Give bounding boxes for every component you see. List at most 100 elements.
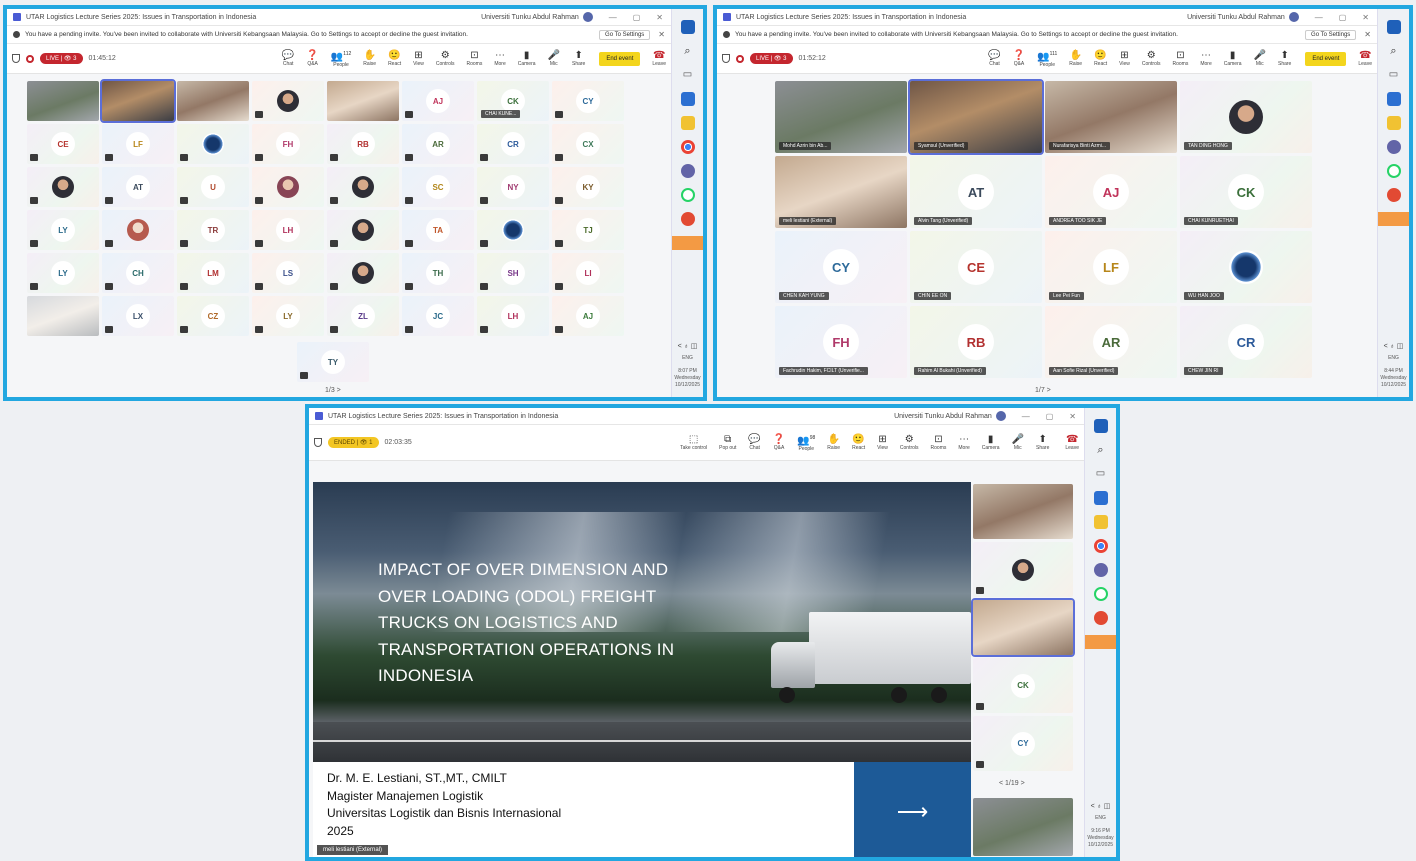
- participant-tile[interactable]: AT: [102, 167, 174, 207]
- participant-tile[interactable]: TY: [297, 342, 369, 382]
- participant-tile[interactable]: [252, 167, 324, 207]
- participant-tile[interactable]: LH: [252, 210, 324, 250]
- tool-controls-button[interactable]: ⚙ Controls: [436, 50, 455, 67]
- participant-tile[interactable]: ZL: [327, 296, 399, 336]
- rail-participant-tile[interactable]: [971, 598, 1075, 657]
- restore-button[interactable]: ▢: [1339, 13, 1347, 22]
- language-indicator[interactable]: ENG: [672, 355, 704, 362]
- rail-participant-tile[interactable]: [973, 542, 1073, 597]
- avatar[interactable]: [1288, 12, 1299, 22]
- participant-tile[interactable]: FH: [252, 124, 324, 164]
- whatsapp-icon[interactable]: [680, 188, 695, 202]
- teams-icon[interactable]: [1093, 563, 1108, 577]
- participant-tile[interactable]: LM: [177, 253, 249, 293]
- close-button[interactable]: ✕: [1069, 412, 1076, 421]
- store-icon[interactable]: [1093, 491, 1108, 505]
- go-to-settings-button[interactable]: Go To Settings: [1305, 29, 1357, 40]
- participant-tile[interactable]: [327, 210, 399, 250]
- participant-tile[interactable]: meli lestiani (External): [775, 156, 907, 228]
- avatar[interactable]: [995, 411, 1006, 421]
- tool-pop-out-button[interactable]: ⧉ Pop out: [719, 434, 736, 451]
- participant-tile[interactable]: TAN DING HONG: [1180, 81, 1312, 153]
- tool-share-button[interactable]: ⬆ Share: [1278, 50, 1291, 67]
- tool-share-button[interactable]: ⬆ Share: [572, 50, 585, 67]
- participant-tile[interactable]: CZ: [177, 296, 249, 336]
- tool-view-button[interactable]: ⊞ View: [877, 434, 888, 451]
- participant-tile[interactable]: U: [177, 167, 249, 207]
- tool-q-a-button[interactable]: ❓ Q&A: [1013, 50, 1025, 67]
- gallery-pager[interactable]: 1/3 >: [325, 387, 341, 394]
- participant-tile[interactable]: LH: [477, 296, 549, 336]
- chrome-active-icon[interactable]: [1377, 212, 1409, 226]
- windows-start-icon[interactable]: [1386, 20, 1401, 34]
- participant-tile[interactable]: [177, 81, 249, 121]
- language-indicator[interactable]: ENG: [1085, 815, 1117, 822]
- close-button[interactable]: ✕: [656, 13, 663, 22]
- windows-start-icon[interactable]: [680, 20, 695, 34]
- language-indicator[interactable]: ENG: [1378, 355, 1410, 362]
- participant-tile[interactable]: LI: [552, 253, 624, 293]
- tool-camera-button[interactable]: ▮ Camera: [518, 50, 536, 67]
- store-icon[interactable]: [680, 92, 695, 106]
- rail-participant-tile[interactable]: CY: [973, 716, 1073, 771]
- participant-tile[interactable]: AJ ANDREA TOO SIK JE: [1045, 156, 1177, 228]
- participant-tile[interactable]: [477, 210, 549, 250]
- tool-rooms-button[interactable]: ⊡ Rooms: [931, 434, 947, 451]
- participant-tile[interactable]: [327, 167, 399, 207]
- chrome-icon[interactable]: [1093, 539, 1108, 553]
- tool-people-button[interactable]: 👥98 People: [797, 433, 815, 452]
- tool-chat-button[interactable]: 💬 Chat: [988, 50, 1000, 67]
- participant-tile[interactable]: Mohd Azrin bin Ab...: [775, 81, 907, 153]
- participant-tile[interactable]: CR CHEW JIN RI: [1180, 306, 1312, 378]
- participant-tile[interactable]: NY: [477, 167, 549, 207]
- participant-tile[interactable]: [27, 167, 99, 207]
- participant-tile[interactable]: FH Fachrudin Hakim, FCILT (Unverifie...: [775, 306, 907, 378]
- leave-button[interactable]: ☎ Leave: [1065, 434, 1079, 451]
- participant-tile[interactable]: CK CHAI KUNRUETHAI: [1180, 156, 1312, 228]
- self-video-tile[interactable]: [973, 798, 1073, 856]
- participant-tile[interactable]: LF: [102, 124, 174, 164]
- app-icon[interactable]: [1093, 611, 1108, 625]
- end-event-button[interactable]: End event: [599, 51, 641, 66]
- participant-tile[interactable]: RB: [327, 124, 399, 164]
- tool-view-button[interactable]: ⊞ View: [1119, 50, 1130, 67]
- leave-button[interactable]: ☎ Leave: [1358, 50, 1372, 67]
- participant-tile[interactable]: TA: [402, 210, 474, 250]
- participant-tile[interactable]: Syamsul (Unverified): [908, 79, 1044, 155]
- task-view-icon[interactable]: ▭: [1387, 68, 1401, 82]
- tool-people-button[interactable]: 👥112 People: [331, 49, 351, 68]
- participant-tile[interactable]: TH: [402, 253, 474, 293]
- whatsapp-icon[interactable]: [1386, 164, 1401, 178]
- participant-tile[interactable]: CK CHAI KUNE...: [477, 81, 549, 121]
- tool-q-a-button[interactable]: ❓ Q&A: [773, 434, 785, 451]
- restore-button[interactable]: ▢: [1046, 412, 1054, 421]
- participant-tile[interactable]: [327, 81, 399, 121]
- tool-chat-button[interactable]: 💬 Chat: [282, 50, 294, 67]
- participant-tile[interactable]: RB Rahim Al Bukahi (Unverified): [910, 306, 1042, 378]
- participant-tile[interactable]: AR: [402, 124, 474, 164]
- tool-react-button[interactable]: 🙂 React: [1094, 50, 1107, 67]
- participant-tile[interactable]: CH: [102, 253, 174, 293]
- tool-people-button[interactable]: 👥111 People: [1037, 49, 1057, 68]
- tool-view-button[interactable]: ⊞ View: [413, 50, 424, 67]
- participant-tile[interactable]: AJ: [402, 81, 474, 121]
- minimize-button[interactable]: —: [609, 13, 617, 22]
- folder-icon[interactable]: [1386, 116, 1401, 130]
- participant-tile[interactable]: [252, 81, 324, 121]
- tool-mic-button[interactable]: 🎤 Mic: [1012, 434, 1024, 451]
- participant-tile[interactable]: [27, 296, 99, 336]
- participant-tile[interactable]: LS: [252, 253, 324, 293]
- tool-more-button[interactable]: ⋯ More: [1200, 50, 1211, 67]
- search-icon[interactable]: ⌕: [1387, 44, 1401, 58]
- tool-more-button[interactable]: ⋯ More: [958, 434, 969, 451]
- tool-rooms-button[interactable]: ⊡ Rooms: [1173, 50, 1189, 67]
- teams-icon[interactable]: [680, 164, 695, 178]
- tool-raise-button[interactable]: ✋ Raise: [363, 50, 376, 67]
- whatsapp-icon[interactable]: [1093, 587, 1108, 601]
- participant-tile[interactable]: TR: [177, 210, 249, 250]
- participant-tile[interactable]: [100, 79, 176, 123]
- tool-camera-button[interactable]: ▮ Camera: [982, 434, 1000, 451]
- search-icon[interactable]: ⌕: [1094, 443, 1108, 457]
- participant-tile[interactable]: Nurafarisya Binti Azmi...: [1045, 81, 1177, 153]
- windows-start-icon[interactable]: [1093, 419, 1108, 433]
